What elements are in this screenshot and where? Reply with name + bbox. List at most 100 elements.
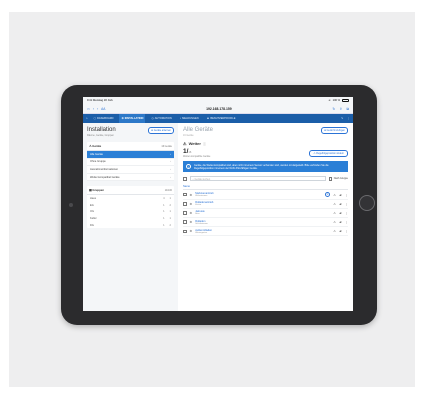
- sidebar-item-label: Ausnahmeinformationen: [90, 167, 119, 171]
- weather-counter-row: 1/16 Wetter-kompatible Geräte ⚠ Regelfol…: [183, 148, 348, 158]
- group-item[interactable]: OG 11: [87, 209, 174, 216]
- sidebar-item-no-group[interactable]: Ohne Gruppe ›: [87, 159, 174, 167]
- tab-benutzerprofile[interactable]: ☻ BENUTZERPROFILE: [205, 114, 238, 123]
- table-row[interactable]: ⚙ Markisenantrieb Wohnzimmer ☀ ⚠ ▰ ⋮: [183, 190, 348, 200]
- select-all-checkbox[interactable]: [183, 177, 187, 181]
- more-icon[interactable]: ⋮: [345, 220, 348, 224]
- warning-icon: ⚠: [183, 141, 187, 146]
- row-actions: ☀ ⚠ ▰ ⋮: [325, 192, 348, 198]
- group-item[interactable]: Haus 41: [87, 195, 174, 202]
- row-checkbox[interactable]: [183, 229, 187, 234]
- group-count: 1: [163, 203, 165, 207]
- chevron-right-icon: ›: [170, 175, 171, 179]
- counter-sublabel: Wetter-kompatible Geräte: [183, 155, 211, 158]
- tab-automation[interactable]: ◷ AUTOMATION: [149, 114, 173, 123]
- battery-level-icon: ▰: [339, 201, 342, 206]
- info-text: Geräte, die Wetter-kompatibel sind, aber…: [194, 163, 329, 170]
- more-icon[interactable]: ⋮: [345, 211, 348, 215]
- camera-dot: [69, 203, 73, 207]
- add-device-right-button[interactable]: ⊕ Gerät hinzufügen: [320, 127, 348, 134]
- share-icon[interactable]: ⇪: [339, 107, 342, 111]
- group-item[interactable]: Keller 11: [87, 215, 174, 222]
- device-location: Wintergarten: [195, 231, 208, 234]
- device-name-cell: Jalousie Büro: [195, 210, 330, 215]
- add-device-button[interactable]: ⊕ Geräte anlernen: [148, 127, 174, 134]
- column-header-name[interactable]: Name: [183, 185, 190, 188]
- reader-aa-button[interactable]: AA: [101, 107, 105, 111]
- status-time: 9:41: [87, 99, 93, 102]
- filter-checkbox: [328, 177, 333, 181]
- sidebar-item-weather-devices[interactable]: Wetter kompatibel Geräte ›: [87, 174, 174, 182]
- search-input[interactable]: ⌕ Geräte suchen: [189, 176, 326, 182]
- group-count: 2: [169, 203, 171, 207]
- tab-label: MELDUNGEN: [182, 117, 199, 120]
- battery-level-icon: ▰: [339, 220, 342, 225]
- table-row[interactable]: ⚙ Jalousie Büro ⚠ ▰ ⋮: [183, 209, 348, 219]
- table-row[interactable]: ⚙ Außenrolladen Wintergarten ⚠ ▰ ⋮: [183, 227, 348, 237]
- info-icon[interactable]: ⓘ: [203, 142, 206, 146]
- row-checkbox[interactable]: [183, 202, 187, 206]
- browser-toolbar: ▭ ‹ › AA 192.168.178.159 ↻ ⇪ ⧉: [83, 104, 353, 114]
- device-location: Wohnzimmer: [195, 195, 208, 198]
- sidebar-toggle-icon[interactable]: ▭: [87, 107, 90, 111]
- content-subtitle: 16 Geräte: [183, 134, 194, 137]
- back-icon[interactable]: ‹: [93, 107, 94, 111]
- group-label: Haus: [90, 197, 97, 201]
- section-meta: 14/100: [164, 188, 172, 192]
- more-icon[interactable]: ⋮: [345, 193, 348, 197]
- group-count: 1: [163, 210, 165, 214]
- url-field[interactable]: 192.168.178.159: [109, 107, 328, 111]
- device-icon: ⚙: [189, 210, 193, 215]
- row-checkbox[interactable]: [183, 220, 187, 224]
- tab-label: BENUTZERPROFILE: [210, 117, 236, 120]
- tablet-device: 9:41 Dienstag 18. Feb. ≋ 100 % ▭ ‹ › AA …: [61, 85, 377, 325]
- filter-row: ⌕ Geräte suchen Nach Gruppe: [183, 176, 348, 182]
- forward-icon[interactable]: ›: [97, 107, 98, 111]
- page-title: Installation: [87, 127, 116, 133]
- more-icon[interactable]: ⋮: [345, 229, 348, 233]
- reload-icon[interactable]: ↻: [332, 107, 335, 111]
- sun-icon[interactable]: ☀: [325, 192, 330, 198]
- tab-dashboard[interactable]: ▢ DASHBOARD: [92, 114, 116, 123]
- more-icon[interactable]: ⋮: [345, 202, 348, 206]
- section-title: Geräte: [92, 144, 102, 148]
- status-right: ≋ 100 %: [328, 99, 349, 102]
- home-button[interactable]: [359, 195, 375, 211]
- group-item[interactable]: DG 12: [87, 222, 174, 229]
- tab-label: AUTOMATION: [154, 117, 172, 120]
- group-label: EG: [90, 203, 94, 207]
- group-filter-select[interactable]: Nach Gruppe: [328, 177, 348, 181]
- group-item[interactable]: EG 12: [87, 202, 174, 209]
- row-actions: ⚠ ▰ ⋮: [333, 229, 348, 233]
- button-label: Gerät hinzufügen: [326, 128, 345, 132]
- table-row[interactable]: ⚙ Rolladenantrieb Küche ⚠ ▰ ⋮: [183, 200, 348, 209]
- sidebar-item-all-devices[interactable]: Alle Geräte ›: [87, 151, 174, 159]
- battery-level-icon: ▰: [339, 210, 342, 215]
- group-count: 1: [169, 216, 171, 220]
- row-checkbox[interactable]: [183, 192, 187, 197]
- status-date: Dienstag 18. Feb.: [92, 99, 114, 102]
- row-actions: ⚠ ▰ ⋮: [333, 220, 348, 224]
- menu-icon[interactable]: ⌂: [86, 117, 88, 120]
- table-row[interactable]: ⚙ Rolladen Schlafzimmer ⚠ ▰ ⋮: [183, 218, 348, 228]
- device-location: Küche: [195, 204, 202, 207]
- more-icon[interactable]: ⋮: [347, 117, 350, 120]
- change-position-button[interactable]: ⚠ Regelfolgeposition ändern: [309, 149, 348, 157]
- tab-meldungen[interactable]: ♪ MELDUNGEN: [178, 114, 201, 123]
- weather-counter: 1/16: [183, 148, 210, 155]
- button-label: Geräte anlernen: [153, 128, 171, 132]
- tab-installation[interactable]: ⚙ INSTALLATION: [119, 114, 146, 123]
- select-label: Nach Gruppe: [333, 177, 348, 181]
- tabs-icon[interactable]: ⧉: [346, 107, 349, 111]
- section-title: Gruppen: [92, 188, 105, 193]
- status-left: 9:41 Dienstag 18. Feb.: [87, 99, 113, 102]
- chevron-right-icon: ›: [170, 160, 171, 164]
- warning-icon: ⚠: [333, 210, 336, 215]
- row-actions: ⚠ ▰ ⋮: [333, 202, 348, 206]
- warning-icon: ⚠: [333, 229, 336, 234]
- row-checkbox[interactable]: [183, 211, 187, 215]
- wrench-icon[interactable]: ✎: [341, 117, 343, 120]
- sidebar-item-exceptions[interactable]: Ausnahmeinformationen ›: [87, 166, 174, 174]
- group-count: 2: [169, 223, 171, 227]
- tab-label: DASHBOARD: [97, 117, 114, 120]
